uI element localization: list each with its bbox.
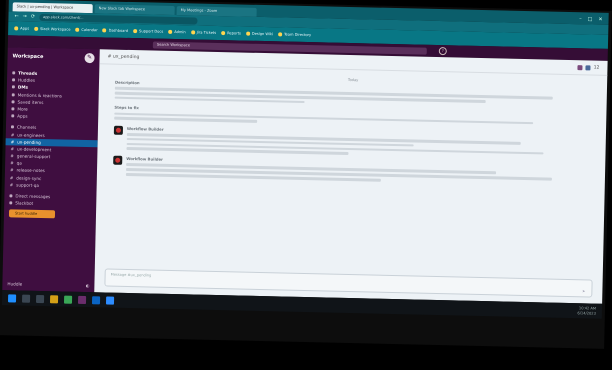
outlook-icon[interactable] bbox=[91, 295, 101, 304]
hash-icon: # bbox=[10, 153, 14, 159]
windows-start-icon[interactable] bbox=[8, 293, 17, 302]
bookmark-icon bbox=[34, 26, 39, 31]
member-count: 12 bbox=[593, 65, 600, 71]
channel-name[interactable]: # ux_pending bbox=[108, 54, 140, 60]
text-line bbox=[114, 116, 257, 123]
bookmark[interactable]: Support Docs bbox=[133, 29, 163, 34]
hash-icon: # bbox=[10, 146, 15, 152]
sidebar-channel[interactable]: # support-qa bbox=[10, 181, 92, 190]
help-icon[interactable]: ? bbox=[438, 47, 447, 56]
hash-icon: # bbox=[9, 182, 14, 188]
message-list: Today Description Steps to fix Workflow … bbox=[97, 64, 608, 194]
workspace-header[interactable]: Workspace ✎ bbox=[12, 51, 95, 64]
bookmark-icon bbox=[277, 32, 283, 37]
minimize-icon[interactable]: – bbox=[579, 15, 582, 24]
zoom-icon[interactable] bbox=[105, 296, 115, 305]
hash-icon: # bbox=[10, 160, 14, 166]
hash-icon: # bbox=[9, 174, 14, 181]
system-tray-clock[interactable]: 10:42 AM 6/14/2023 bbox=[577, 306, 602, 316]
headphones-icon bbox=[11, 78, 16, 82]
bookmark[interactable]: Team Directory bbox=[277, 32, 311, 37]
bookmark[interactable]: Design Wiki bbox=[245, 31, 273, 36]
apps-icon bbox=[11, 114, 15, 118]
more-icon bbox=[11, 107, 15, 111]
maximize-icon[interactable]: □ bbox=[588, 15, 593, 24]
bookmark-icon bbox=[133, 29, 138, 34]
bookmark-icon bbox=[102, 28, 107, 33]
reload-icon[interactable]: ⟳ bbox=[31, 14, 35, 20]
at-icon bbox=[11, 92, 15, 97]
avatar bbox=[9, 201, 13, 205]
bookmark-icon bbox=[190, 30, 195, 35]
bookmark-icon bbox=[11, 100, 15, 104]
bookmark-icon bbox=[168, 29, 173, 34]
avatar[interactable] bbox=[113, 125, 124, 135]
start-huddle-button[interactable]: Start huddle bbox=[8, 209, 56, 219]
task-view-icon[interactable] bbox=[35, 294, 45, 303]
monitor-screen: Slack | ux-pending | Workspace New Slack… bbox=[0, 0, 612, 349]
hash-icon: # bbox=[10, 131, 15, 137]
channel-view: # ux_pending 12 Today Description Steps … bbox=[94, 49, 608, 304]
threads-icon bbox=[12, 71, 16, 75]
compose-icon[interactable]: ✎ bbox=[84, 52, 95, 64]
bookmark[interactable]: Dashboard bbox=[102, 28, 128, 33]
chrome-icon[interactable] bbox=[63, 295, 73, 304]
sidebar-dm[interactable]: Slackbot bbox=[9, 199, 91, 208]
send-icon[interactable]: ➤ bbox=[582, 288, 585, 293]
close-icon[interactable]: ✕ bbox=[598, 16, 602, 25]
caret-down-icon bbox=[9, 194, 13, 198]
bookmark-icon bbox=[75, 27, 80, 32]
avatar[interactable] bbox=[113, 155, 123, 166]
bookmark[interactable]: Slack Workspace bbox=[34, 26, 70, 32]
slack-sidebar: Workspace ✎ Threads Huddles DMs Mentions… bbox=[2, 47, 100, 293]
bookmark[interactable]: Apps bbox=[14, 26, 29, 31]
member-avatar bbox=[585, 64, 591, 70]
channel-members[interactable]: 12 bbox=[577, 64, 600, 71]
dm-icon bbox=[11, 85, 15, 89]
sidebar-item-apps[interactable]: Apps bbox=[11, 112, 93, 121]
member-avatar bbox=[577, 64, 583, 70]
sidebar-footer: Huddle ◐ bbox=[7, 281, 89, 288]
headphones-icon[interactable]: ◐ bbox=[86, 283, 90, 288]
message-input-placeholder: Message #ux_pending bbox=[110, 272, 152, 278]
forward-icon[interactable]: → bbox=[23, 14, 27, 20]
bookmark-icon bbox=[245, 31, 250, 36]
bookmark-icon bbox=[14, 26, 19, 31]
back-icon[interactable]: ← bbox=[14, 13, 18, 19]
huddle-label[interactable]: Huddle bbox=[7, 281, 22, 286]
bookmark-icon bbox=[221, 31, 226, 36]
bookmark[interactable]: Admin bbox=[168, 29, 186, 34]
bookmark[interactable]: Reports bbox=[221, 31, 241, 36]
slack-icon[interactable] bbox=[77, 295, 87, 304]
file-explorer-icon[interactable] bbox=[49, 294, 59, 303]
bookmark[interactable]: Calendar bbox=[75, 27, 98, 32]
hash-icon: # bbox=[9, 167, 14, 173]
search-icon[interactable] bbox=[21, 294, 31, 303]
caret-down-icon bbox=[10, 125, 14, 129]
clock-date: 6/14/2023 bbox=[577, 310, 596, 316]
workspace-name: Workspace bbox=[12, 53, 44, 61]
hash-icon: # bbox=[10, 139, 15, 145]
bookmark[interactable]: Jira Tickets bbox=[190, 30, 216, 35]
